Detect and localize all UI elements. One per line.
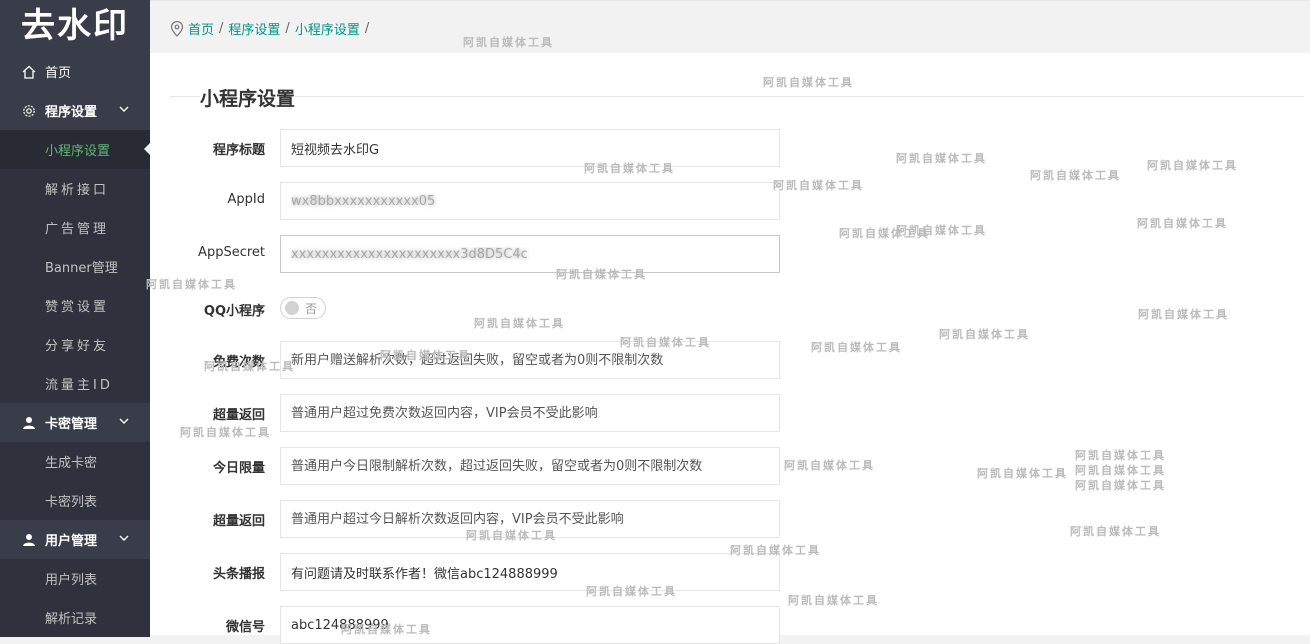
sidebar-item-parse-records[interactable]: 解析记录 — [0, 598, 150, 637]
appsecret-label: AppSecret — [198, 245, 265, 260]
sidebar-group-card-management[interactable]: 卡密管理 — [0, 403, 150, 442]
title-label: 程序标题 — [212, 143, 265, 158]
daily-limit-input[interactable] — [280, 447, 780, 485]
qq-miniprogram-toggle[interactable]: 否 — [280, 297, 326, 319]
home-icon — [20, 65, 38, 79]
form-row-news: 头条播报 — [150, 553, 780, 591]
sidebar-item-reward-settings[interactable]: 赞赏设置 — [0, 286, 150, 325]
form-row-free-count: 免费次数 — [150, 341, 780, 379]
sidebar-item-ad-management[interactable]: 广告管理 — [0, 208, 150, 247]
free-count-input[interactable] — [280, 341, 780, 379]
over-return-input[interactable] — [280, 394, 780, 432]
sidebar-item-user-list[interactable]: 用户列表 — [0, 559, 150, 598]
sidebar-item-home[interactable]: 首页 — [0, 52, 150, 91]
over-return-daily-label: 超量返回 — [212, 514, 265, 529]
topbar: 首页 / 程序设置 / 小程序设置 / — [150, 0, 1310, 54]
form-row-over-return: 超量返回 — [150, 394, 780, 432]
form-row-wechat: 微信号 — [150, 606, 780, 644]
breadcrumb-program-settings[interactable]: 程序设置 — [228, 19, 280, 38]
form-row-title: 程序标题 — [150, 129, 780, 167]
main-content: 小程序设置 程序标题 AppId AppSecret QQ小程序 否 免费次数 … — [150, 53, 1310, 644]
chevron-down-icon — [118, 532, 130, 548]
form-row-over-return-daily: 超量返回 — [150, 500, 780, 538]
over-return-daily-input[interactable] — [280, 500, 780, 538]
appsecret-input[interactable] — [280, 235, 780, 273]
daily-limit-label: 今日限量 — [212, 461, 265, 476]
sidebar-item-generate-cards[interactable]: 生成卡密 — [0, 442, 150, 481]
sidebar-item-card-list[interactable]: 卡密列表 — [0, 481, 150, 520]
section-divider — [170, 96, 1304, 97]
qq-label: QQ小程序 — [203, 304, 265, 319]
free-count-label: 免费次数 — [212, 355, 265, 370]
sidebar: 去水印 首页 程序设置 小程序设置 解析接口 广告管理 Banner管理 赞赏设… — [0, 0, 150, 637]
location-pin-icon — [170, 20, 184, 37]
wechat-label: 微信号 — [225, 620, 265, 635]
gear-icon — [20, 104, 38, 118]
sidebar-item-traffic-id[interactable]: 流量主ID — [0, 364, 150, 403]
sidebar-item-miniprogram-settings[interactable]: 小程序设置 — [0, 130, 150, 169]
sidebar-group-user-management[interactable]: 用户管理 — [0, 520, 150, 559]
user-icon — [20, 533, 38, 547]
sidebar-group-label: 卡密管理 — [45, 417, 98, 432]
news-input[interactable] — [280, 553, 780, 591]
page-title: 小程序设置 — [200, 84, 296, 113]
chevron-down-icon — [118, 103, 130, 119]
breadcrumb-separator: / — [285, 21, 290, 36]
sidebar-item-share-friends[interactable]: 分享好友 — [0, 325, 150, 364]
sidebar-group-label: 程序设置 — [45, 105, 98, 120]
form-row-daily-limit: 今日限量 — [150, 447, 780, 485]
toggle-knob — [285, 301, 299, 315]
user-icon — [20, 416, 38, 430]
title-input[interactable] — [280, 129, 780, 167]
toggle-text: 否 — [305, 302, 318, 316]
form-row-qq: QQ小程序 否 — [150, 293, 780, 323]
form-row-appid: AppId — [150, 182, 780, 220]
over-return-label: 超量返回 — [212, 408, 265, 423]
news-label: 头条播报 — [212, 567, 265, 582]
sidebar-item-label: 首页 — [45, 66, 72, 81]
chevron-down-icon — [118, 415, 130, 431]
wechat-input[interactable] — [280, 606, 780, 644]
breadcrumb-miniprogram-settings[interactable]: 小程序设置 — [295, 19, 360, 38]
sidebar-item-parse-api[interactable]: 解析接口 — [0, 169, 150, 208]
breadcrumb: 首页 / 程序设置 / 小程序设置 / — [170, 19, 374, 38]
breadcrumb-separator: / — [219, 21, 224, 36]
appid-label: AppId — [227, 192, 265, 207]
sidebar-item-banner-management[interactable]: Banner管理 — [0, 247, 150, 286]
app-logo[interactable]: 去水印 — [0, 0, 150, 52]
form-row-appsecret: AppSecret — [150, 235, 780, 273]
sidebar-group-label: 用户管理 — [45, 534, 98, 549]
appid-input[interactable] — [280, 182, 780, 220]
breadcrumb-home[interactable]: 首页 — [188, 19, 214, 38]
breadcrumb-separator: / — [364, 21, 370, 36]
sidebar-group-program-settings[interactable]: 程序设置 — [0, 91, 150, 130]
